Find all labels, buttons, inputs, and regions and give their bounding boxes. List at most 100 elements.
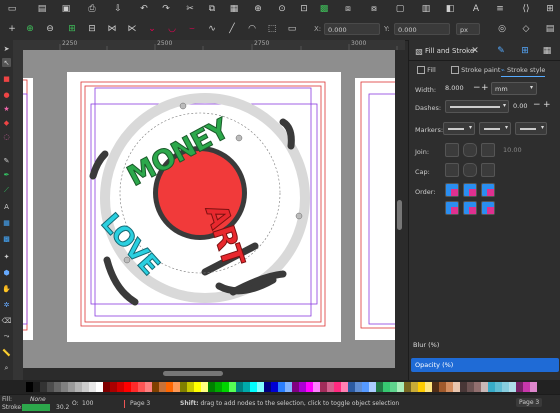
auto-smooth-icon[interactable]: ∿: [206, 23, 218, 35]
palette-swatch[interactable]: [355, 382, 362, 392]
show-outline-icon[interactable]: ◇: [520, 23, 532, 35]
show-clip-icon[interactable]: ▤: [544, 23, 556, 35]
palette-swatch[interactable]: [61, 382, 68, 392]
3d-box-tool-icon[interactable]: ◆: [2, 118, 11, 127]
tab-fill-stroke[interactable]: Fill and Stroke: [425, 44, 474, 58]
palette-swatch[interactable]: [411, 382, 418, 392]
palette-swatch[interactable]: [523, 382, 530, 392]
palette-swatch[interactable]: [236, 382, 243, 392]
palette-swatch[interactable]: [495, 382, 502, 392]
palette-swatch[interactable]: [530, 382, 537, 392]
y-coordinate-input[interactable]: 0.000: [394, 23, 450, 35]
brush-tab-icon[interactable]: ✎: [495, 45, 507, 57]
group-icon[interactable]: ▢: [394, 3, 406, 15]
undo-icon[interactable]: ↶: [138, 3, 150, 15]
pen-tool-icon[interactable]: ✒: [2, 170, 11, 179]
selector-tool-icon[interactable]: ➤: [2, 44, 11, 53]
palette-swatch[interactable]: [103, 382, 110, 392]
butt-cap-icon[interactable]: [445, 163, 459, 177]
rectangle-tool-icon[interactable]: ■: [2, 74, 11, 83]
palette-swatch[interactable]: [222, 382, 229, 392]
order-fill-stroke-markers-icon[interactable]: [445, 183, 459, 197]
palette-swatch[interactable]: [229, 382, 236, 392]
scrollbar-thumb[interactable]: [397, 200, 402, 230]
round-cap-icon[interactable]: [463, 163, 477, 177]
node-tool-icon[interactable]: ↖: [2, 58, 11, 67]
bevel-join-icon[interactable]: [481, 143, 495, 157]
object-to-path-icon[interactable]: ⬚: [266, 23, 278, 35]
zoom-drawing-icon[interactable]: ⊙: [276, 3, 288, 15]
horizontal-scrollbar[interactable]: [23, 368, 395, 380]
unlink-clone-icon[interactable]: ⧇: [368, 3, 380, 15]
paste-icon[interactable]: ▦: [228, 3, 240, 15]
tweak-tool-icon[interactable]: ✋: [2, 284, 11, 293]
show-handles-icon[interactable]: ◎: [496, 23, 508, 35]
copy-icon[interactable]: ⧉: [206, 3, 218, 15]
palette-swatch[interactable]: [278, 382, 285, 392]
print-icon[interactable]: ⎙: [86, 3, 98, 15]
palette-swatch[interactable]: [124, 382, 131, 392]
miter-join-icon[interactable]: [445, 143, 459, 157]
start-marker-select[interactable]: ▾: [443, 122, 475, 135]
add-node-icon[interactable]: ⊕: [24, 23, 36, 35]
palette-swatch[interactable]: [453, 382, 460, 392]
palette-swatch[interactable]: [341, 382, 348, 392]
delete-segment-icon[interactable]: ⋉: [126, 23, 138, 35]
measure-tool-icon[interactable]: 📏: [2, 348, 11, 357]
zoom-icon[interactable]: ⊕: [252, 3, 264, 15]
cusp-node-icon[interactable]: ⌄: [146, 23, 158, 35]
square-cap-icon[interactable]: [481, 163, 495, 177]
palette-swatch[interactable]: [152, 382, 159, 392]
palette-swatch[interactable]: [390, 382, 397, 392]
palette-swatch[interactable]: [82, 382, 89, 392]
stroke-width-value[interactable]: 30.2: [56, 404, 69, 411]
opacity-value[interactable]: 100: [82, 400, 93, 407]
palette-swatch[interactable]: [474, 382, 481, 392]
ungroup-icon[interactable]: ▥: [420, 3, 432, 15]
palette-swatch[interactable]: [117, 382, 124, 392]
palette-swatch[interactable]: [369, 382, 376, 392]
palette-swatch[interactable]: [299, 382, 306, 392]
connector-tool-icon[interactable]: ⤳: [2, 332, 11, 341]
palette-swatch[interactable]: [26, 382, 33, 392]
fill-stroke-icon[interactable]: ◧: [444, 3, 456, 15]
palette-swatch[interactable]: [47, 382, 54, 392]
palette-swatch[interactable]: [397, 382, 404, 392]
tab-stroke-paint[interactable]: Stroke paint: [451, 64, 500, 76]
palette-swatch[interactable]: [187, 382, 194, 392]
new-document-icon[interactable]: ▭: [6, 3, 18, 15]
eraser-tool-icon[interactable]: ⌫: [2, 316, 12, 325]
order-markers-stroke-fill-icon[interactable]: [481, 201, 495, 215]
star-tool-icon[interactable]: ★: [2, 104, 11, 113]
zoom-page-icon[interactable]: ⊡: [298, 3, 310, 15]
stroke-to-path-icon[interactable]: ▭: [286, 23, 298, 35]
palette-swatch[interactable]: [313, 382, 320, 392]
page-label[interactable]: Page 3: [130, 400, 150, 407]
palette-swatch[interactable]: [292, 382, 299, 392]
palette-swatch[interactable]: [502, 382, 509, 392]
palette-swatch[interactable]: [173, 382, 180, 392]
tab-fill[interactable]: Fill: [417, 64, 436, 76]
order-stroke-markers-fill-icon[interactable]: [463, 201, 477, 215]
palette-swatch[interactable]: [166, 382, 173, 392]
palette-swatch[interactable]: [376, 382, 383, 392]
dash-offset-input[interactable]: 0.00: [513, 102, 527, 110]
text-font-icon[interactable]: A: [470, 3, 482, 15]
increase-offset-icon[interactable]: +: [543, 100, 551, 110]
segment-line-icon[interactable]: ╱: [226, 23, 238, 35]
palette-swatch[interactable]: [96, 382, 103, 392]
palette-swatch[interactable]: [439, 382, 446, 392]
palette-swatch[interactable]: [54, 382, 61, 392]
layers-icon[interactable]: ≡: [494, 3, 506, 15]
blur-slider[interactable]: Blur (%): [409, 338, 560, 352]
align-icon[interactable]: ⊞: [544, 3, 556, 15]
more-tab-icon[interactable]: ▦: [541, 45, 553, 57]
palette-swatch[interactable]: [446, 382, 453, 392]
x-coordinate-input[interactable]: 0.000: [324, 23, 380, 35]
save-icon[interactable]: ▣: [60, 3, 72, 15]
palette-swatch[interactable]: [516, 382, 523, 392]
palette-swatch[interactable]: [362, 382, 369, 392]
palette-swatch[interactable]: [131, 382, 138, 392]
fill-value[interactable]: None: [30, 396, 46, 403]
paint-bucket-tool-icon[interactable]: ⬢: [2, 268, 11, 277]
